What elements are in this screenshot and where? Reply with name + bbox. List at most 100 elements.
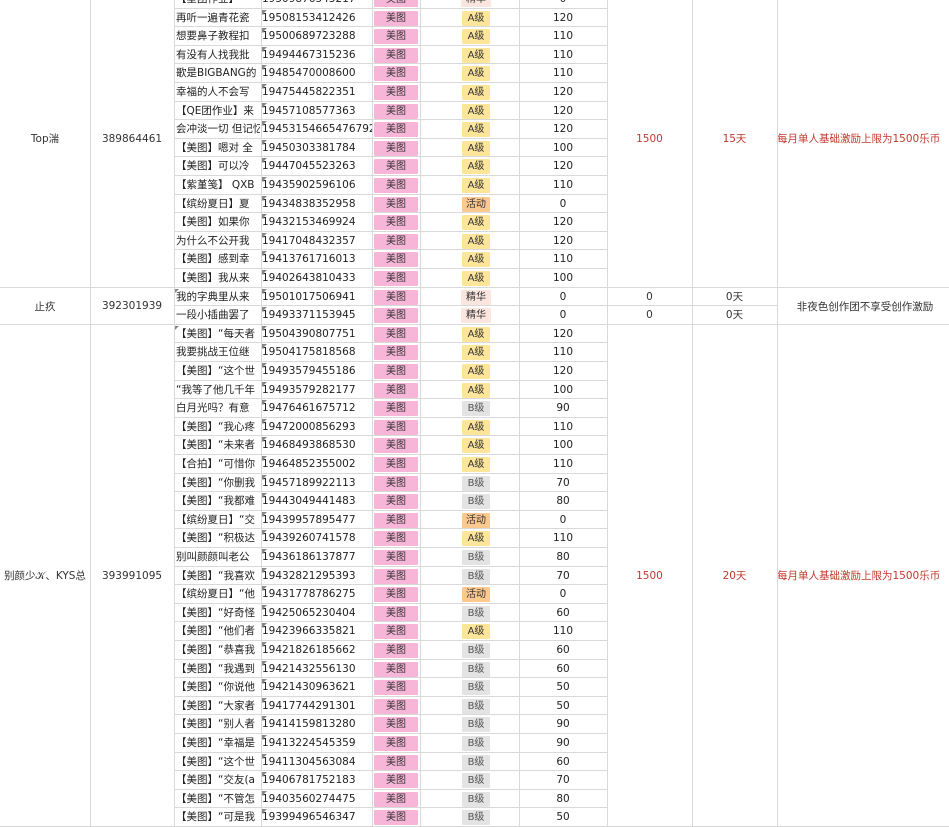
level-badge[interactable]: A级 <box>462 326 490 342</box>
score-cell[interactable]: 60 <box>520 641 606 660</box>
post-id-cell[interactable]: 19413224545359 <box>262 734 372 753</box>
post-title-cell[interactable]: 再听一遍青花瓷 <box>176 9 260 28</box>
post-id-cell[interactable]: 19464852355002 <box>262 455 372 474</box>
post-title-cell[interactable]: 【美图】“你删我 <box>176 474 260 493</box>
level-badge[interactable]: A级 <box>462 233 490 249</box>
note-cell[interactable]: 每月单人基础激励上限为1500乐币 <box>777 325 949 827</box>
category-tag[interactable]: 美图 <box>374 85 418 100</box>
post-id-cell[interactable]: 19468493868530 <box>262 436 372 455</box>
score-cell[interactable]: 120 <box>520 325 606 344</box>
category-tag[interactable]: 美图 <box>374 196 418 212</box>
post-id-cell[interactable]: 19406781752183 <box>262 771 372 790</box>
score-cell[interactable]: 120 <box>520 83 606 102</box>
category-tag[interactable]: 美图 <box>374 103 418 119</box>
score-cell[interactable]: 100 <box>520 436 606 455</box>
post-title-cell[interactable]: 【美图】嗯对 全 <box>176 139 260 158</box>
level-badge[interactable]: A级 <box>462 438 490 454</box>
category-tag[interactable]: 美图 <box>374 364 418 379</box>
category-tag[interactable]: 美图 <box>374 308 418 324</box>
post-id-cell[interactable]: 19485470008600 <box>262 64 372 83</box>
post-id-cell[interactable]: 19432153469924 <box>262 213 372 232</box>
level-badge[interactable]: A级 <box>462 66 490 82</box>
post-title-cell[interactable]: 【美图】“别人者 <box>176 715 260 734</box>
level-badge[interactable]: A级 <box>462 271 490 286</box>
score-cell[interactable]: 100 <box>520 269 606 288</box>
member-uid-cell[interactable]: 393991095 <box>90 325 174 827</box>
score-cell[interactable]: 100 <box>520 381 606 400</box>
category-tag[interactable]: 美图 <box>374 550 418 565</box>
level-badge[interactable]: B级 <box>462 568 490 584</box>
category-tag[interactable]: 美图 <box>374 215 418 231</box>
category-tag[interactable]: 美图 <box>374 680 418 696</box>
level-badge[interactable]: A级 <box>462 29 490 45</box>
level-badge[interactable]: A级 <box>462 345 490 361</box>
post-title-cell[interactable]: 【美图】“好奇怪 <box>176 604 260 623</box>
post-title-cell[interactable]: “我等了他几千年 <box>176 381 260 400</box>
score-cell[interactable]: 80 <box>520 790 606 809</box>
post-id-cell[interactable]: 19435902596106 <box>262 176 372 195</box>
level-badge[interactable]: A级 <box>462 47 490 63</box>
post-title-cell[interactable]: 【缤纷夏日】“他 <box>176 585 260 604</box>
score-cell[interactable]: 90 <box>520 715 606 734</box>
post-title-cell[interactable]: 【美图】可以冷 <box>176 157 260 176</box>
post-title-cell[interactable]: 【美图】“积极达 <box>176 529 260 548</box>
member-name-cell[interactable]: 别颜少𝒦、KYS总 <box>0 325 90 827</box>
post-title-cell[interactable]: 【美图】“不管怎 <box>176 790 260 809</box>
score-cell[interactable]: 110 <box>520 455 606 474</box>
level-badge[interactable]: B级 <box>462 754 490 770</box>
post-title-cell[interactable]: 【美图】“每天者 <box>176 325 260 344</box>
days-cell[interactable]: 0天 <box>692 306 777 325</box>
score-cell[interactable]: 120 <box>520 213 606 232</box>
category-tag[interactable]: 美图 <box>374 345 418 361</box>
post-id-cell[interactable]: 19472000856293 <box>262 418 372 437</box>
category-tag[interactable]: 美图 <box>374 531 418 547</box>
post-title-cell[interactable]: 【缤纷夏日】“交 <box>176 511 260 530</box>
post-title-cell[interactable]: 【美图】“我都难 <box>176 492 260 511</box>
category-tag[interactable]: 美图 <box>374 122 418 138</box>
post-title-cell[interactable]: 一段小插曲罢了 <box>176 306 260 325</box>
post-title-cell[interactable]: 【美图】“可是我 <box>176 808 260 827</box>
score-cell[interactable]: 110 <box>520 418 606 437</box>
post-id-cell[interactable]: 19403560274475 <box>262 790 372 809</box>
score-cell[interactable]: 120 <box>520 157 606 176</box>
post-id-cell[interactable]: 19439957895477 <box>262 511 372 530</box>
bonus-cell[interactable]: 0 <box>607 288 692 307</box>
level-badge[interactable]: B级 <box>462 475 490 491</box>
post-title-cell[interactable]: 【美图】“这个世 <box>176 362 260 381</box>
post-id-cell[interactable]: 19450303381784 <box>262 139 372 158</box>
post-title-cell[interactable]: 【紫堇笺】 QXB <box>176 176 260 195</box>
category-tag[interactable]: 美图 <box>374 401 418 417</box>
level-badge[interactable]: A级 <box>462 215 490 231</box>
post-title-cell[interactable]: 【美图】感到幸 <box>176 250 260 269</box>
level-badge[interactable]: A级 <box>462 457 490 472</box>
post-title-cell[interactable]: 别叫颜颜叫老公 <box>176 548 260 567</box>
category-tag[interactable]: 美图 <box>374 661 418 677</box>
post-id-cell[interactable]: 19476461675712 <box>262 399 372 418</box>
post-id-cell[interactable]: 19413761716013 <box>262 250 372 269</box>
level-badge[interactable]: 精华 <box>461 289 491 305</box>
post-id-cell[interactable]: 19399496546347 <box>262 808 372 827</box>
score-cell[interactable]: 90 <box>520 399 606 418</box>
level-badge[interactable]: B级 <box>462 643 490 658</box>
score-cell[interactable]: 0 <box>520 288 606 307</box>
post-id-cell[interactable]: 19493579455186 <box>262 362 372 381</box>
member-name-cell[interactable]: 止疚 <box>0 288 90 325</box>
post-title-cell[interactable]: 【美图】“大家者 <box>176 697 260 716</box>
level-badge[interactable]: A级 <box>462 364 490 379</box>
post-id-cell[interactable]: 19453154665476792 <box>262 120 372 139</box>
post-title-cell[interactable]: 【QE团作业】来 <box>176 102 260 121</box>
score-cell[interactable]: 90 <box>520 734 606 753</box>
category-tag[interactable]: 美图 <box>374 0 418 7</box>
post-title-cell[interactable]: 白月光吗？有意 <box>176 399 260 418</box>
score-cell[interactable]: 60 <box>520 753 606 772</box>
score-cell[interactable]: 110 <box>520 529 606 548</box>
score-cell[interactable]: 0 <box>520 306 606 325</box>
level-badge[interactable]: A级 <box>462 252 490 268</box>
level-badge[interactable]: B级 <box>462 605 490 621</box>
level-badge[interactable]: 活动 <box>462 512 490 528</box>
post-title-cell[interactable]: 【美图】“我喜欢 <box>176 567 260 586</box>
category-tag[interactable]: 美图 <box>374 326 418 342</box>
category-tag[interactable]: 美图 <box>374 159 418 175</box>
level-badge[interactable]: A级 <box>462 159 490 175</box>
post-title-cell[interactable]: 【美图】“未来者 <box>176 436 260 455</box>
